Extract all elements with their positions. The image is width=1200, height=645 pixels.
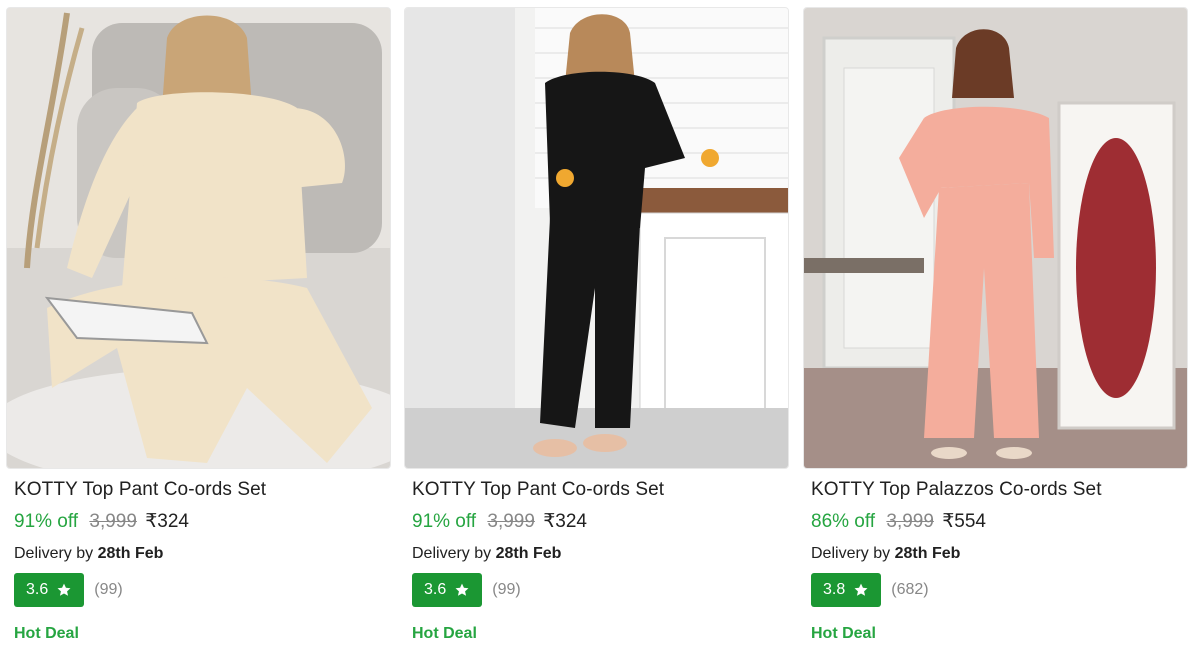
discount-percent: 86% off bbox=[811, 511, 876, 532]
rating-badge: 3.6 bbox=[14, 573, 85, 607]
delivery-info: Delivery by 28th Feb bbox=[412, 545, 561, 563]
rating-value: 3.8 bbox=[823, 581, 846, 598]
hot-deal-label: Hot Deal bbox=[811, 625, 876, 642]
product-card[interactable]: KOTTY Top Palazzos Co-ords Set 86% off 3… bbox=[803, 0, 1188, 645]
product-title[interactable]: KOTTY Top Pant Co-ords Set bbox=[412, 479, 664, 501]
delivery-prefix: Delivery by bbox=[412, 545, 492, 562]
rating-count: (99) bbox=[94, 581, 123, 598]
star-icon bbox=[57, 583, 71, 596]
product-card[interactable]: KOTTY Top Pant Co-ords Set 91% off 3,999… bbox=[6, 0, 391, 645]
price-row: 86% off 3,999 ₹554 bbox=[811, 510, 986, 533]
rating-value: 3.6 bbox=[26, 581, 49, 598]
rating-row: 3.6 (99) bbox=[412, 573, 521, 607]
rating-count: (99) bbox=[492, 581, 521, 598]
delivery-date: 28th Feb bbox=[495, 545, 562, 562]
discount-percent: 91% off bbox=[14, 511, 79, 532]
sale-price: ₹554 bbox=[942, 511, 986, 532]
sale-price: ₹324 bbox=[543, 511, 587, 532]
price-row: 91% off 3,999 ₹324 bbox=[14, 510, 189, 533]
price-row: 91% off 3,999 ₹324 bbox=[412, 510, 587, 533]
original-price: 3,999 bbox=[487, 511, 535, 532]
sale-price: ₹324 bbox=[145, 511, 189, 532]
hot-deal-label: Hot Deal bbox=[412, 625, 477, 642]
delivery-date: 28th Feb bbox=[894, 545, 961, 562]
hot-deal-label: Hot Deal bbox=[14, 625, 79, 642]
rating-row: 3.8 (682) bbox=[811, 573, 929, 607]
original-price: 3,999 bbox=[886, 511, 934, 532]
product-card[interactable]: KOTTY Top Pant Co-ords Set 91% off 3,999… bbox=[404, 0, 789, 645]
rating-badge: 3.8 bbox=[811, 573, 882, 607]
product-image[interactable] bbox=[803, 7, 1188, 469]
rating-count: (682) bbox=[891, 581, 929, 598]
rating-value: 3.6 bbox=[424, 581, 447, 598]
product-image[interactable] bbox=[404, 7, 789, 469]
star-icon bbox=[455, 583, 469, 596]
delivery-info: Delivery by 28th Feb bbox=[14, 545, 163, 563]
delivery-prefix: Delivery by bbox=[811, 545, 891, 562]
delivery-prefix: Delivery by bbox=[14, 545, 94, 562]
product-image[interactable] bbox=[6, 7, 391, 469]
discount-percent: 91% off bbox=[412, 511, 477, 532]
rating-row: 3.6 (99) bbox=[14, 573, 123, 607]
product-grid: KOTTY Top Pant Co-ords Set 91% off 3,999… bbox=[0, 0, 1200, 645]
product-title[interactable]: KOTTY Top Pant Co-ords Set bbox=[14, 479, 266, 501]
star-icon bbox=[854, 583, 868, 596]
rating-badge: 3.6 bbox=[412, 573, 483, 607]
delivery-info: Delivery by 28th Feb bbox=[811, 545, 960, 563]
delivery-date: 28th Feb bbox=[97, 545, 164, 562]
original-price: 3,999 bbox=[89, 511, 137, 532]
product-title[interactable]: KOTTY Top Palazzos Co-ords Set bbox=[811, 479, 1102, 501]
